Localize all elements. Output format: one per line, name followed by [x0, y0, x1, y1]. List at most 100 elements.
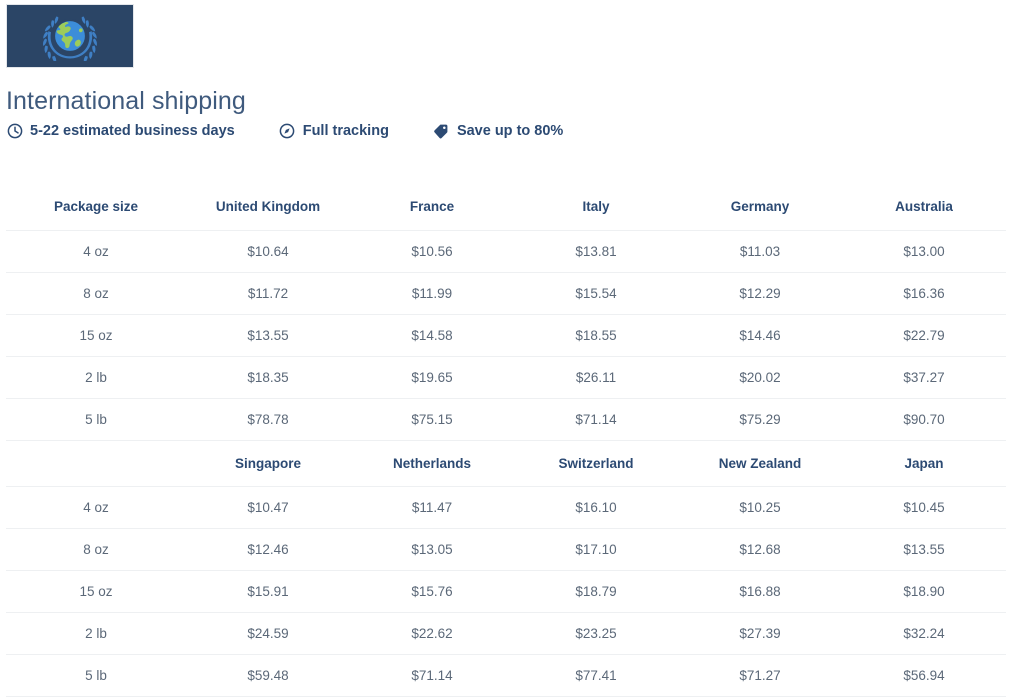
cell-rate: $75.15 — [350, 398, 514, 440]
cell-rate: $12.46 — [186, 529, 350, 571]
shipping-rates-page: International shipping 5-22 estimated bu… — [0, 0, 1024, 691]
cell-rate: $18.90 — [842, 571, 1006, 613]
cell-rate: $26.11 — [514, 356, 678, 398]
badge-savings: Save up to 80% — [433, 123, 563, 140]
cell-rate: $75.29 — [678, 398, 842, 440]
cell-package-size: 15 oz — [6, 314, 186, 356]
cell-rate: $77.41 — [514, 655, 678, 697]
cell-package-size: 4 oz — [6, 230, 186, 272]
badge-label: Full tracking — [303, 123, 389, 139]
page-title: International shipping — [6, 86, 246, 116]
cell-rate: $56.94 — [842, 655, 1006, 697]
cell-package-size: 4 oz — [6, 487, 186, 529]
column-header-destination: Australia — [842, 184, 1006, 230]
cell-rate: $22.62 — [350, 613, 514, 655]
cell-rate: $11.99 — [350, 272, 514, 314]
column-header-destination: Netherlands — [350, 441, 514, 487]
rates-table-group-2: Singapore Netherlands Switzerland New Ze… — [6, 441, 1006, 697]
column-header-package-size: Package size — [6, 184, 186, 230]
cell-rate: $19.65 — [350, 356, 514, 398]
table-row: 8 oz $11.72 $11.99 $15.54 $12.29 $16.36 — [6, 272, 1006, 314]
cell-rate: $13.81 — [514, 230, 678, 272]
column-header-destination: Singapore — [186, 441, 350, 487]
compass-icon — [279, 123, 296, 140]
cell-rate: $32.24 — [842, 613, 1006, 655]
cell-rate: $71.14 — [350, 655, 514, 697]
column-header-destination: Germany — [678, 184, 842, 230]
column-header-destination: Japan — [842, 441, 1006, 487]
cell-rate: $78.78 — [186, 398, 350, 440]
cell-rate: $23.25 — [514, 613, 678, 655]
table-row: 4 oz $10.64 $10.56 $13.81 $11.03 $13.00 — [6, 230, 1006, 272]
cell-rate: $11.72 — [186, 272, 350, 314]
table-row: 15 oz $13.55 $14.58 $18.55 $14.46 $22.79 — [6, 314, 1006, 356]
cell-rate: $13.55 — [842, 529, 1006, 571]
cell-rate: $18.55 — [514, 314, 678, 356]
table-row: 2 lb $18.35 $19.65 $26.11 $20.02 $37.27 — [6, 356, 1006, 398]
badge-full-tracking: Full tracking — [279, 123, 389, 140]
cell-rate: $90.70 — [842, 398, 1006, 440]
table-row: 5 lb $78.78 $75.15 $71.14 $75.29 $90.70 — [6, 398, 1006, 440]
cell-rate: $12.29 — [678, 272, 842, 314]
cell-rate: $10.25 — [678, 487, 842, 529]
cell-rate: $18.79 — [514, 571, 678, 613]
cell-rate: $71.27 — [678, 655, 842, 697]
table-row: 8 oz $12.46 $13.05 $17.10 $12.68 $13.55 — [6, 529, 1006, 571]
badge-estimated-delivery: 5-22 estimated business days — [6, 123, 235, 140]
cell-rate: $18.35 — [186, 356, 350, 398]
cell-rate: $20.02 — [678, 356, 842, 398]
column-header-destination: United Kingdom — [186, 184, 350, 230]
badge-label: Save up to 80% — [457, 123, 563, 139]
table-row: 15 oz $15.91 $15.76 $18.79 $16.88 $18.90 — [6, 571, 1006, 613]
table-header-row: Package size United Kingdom France Italy… — [6, 184, 1006, 230]
cell-rate: $59.48 — [186, 655, 350, 697]
cell-rate: $24.59 — [186, 613, 350, 655]
table-row: 2 lb $24.59 $22.62 $23.25 $27.39 $32.24 — [6, 613, 1006, 655]
feature-badge-strip: 5-22 estimated business days Full tracki… — [6, 121, 563, 141]
cell-rate: $37.27 — [842, 356, 1006, 398]
column-header-destination: France — [350, 184, 514, 230]
globe-laurel-wreath-logo — [6, 4, 134, 68]
cell-package-size: 2 lb — [6, 356, 186, 398]
cell-rate: $11.03 — [678, 230, 842, 272]
cell-rate: $16.88 — [678, 571, 842, 613]
cell-package-size: 8 oz — [6, 272, 186, 314]
badge-label: 5-22 estimated business days — [30, 123, 235, 139]
table-row: 4 oz $10.47 $11.47 $16.10 $10.25 $10.45 — [6, 487, 1006, 529]
cell-rate: $15.54 — [514, 272, 678, 314]
cell-rate: $12.68 — [678, 529, 842, 571]
cell-package-size: 5 lb — [6, 655, 186, 697]
shipping-rates-tables: Package size United Kingdom France Italy… — [6, 184, 1006, 697]
price-tag-icon — [433, 123, 450, 140]
column-header-destination: Switzerland — [514, 441, 678, 487]
cell-rate: $16.10 — [514, 487, 678, 529]
cell-rate: $10.56 — [350, 230, 514, 272]
cell-package-size: 2 lb — [6, 613, 186, 655]
cell-rate: $22.79 — [842, 314, 1006, 356]
cell-rate: $71.14 — [514, 398, 678, 440]
cell-package-size: 8 oz — [6, 529, 186, 571]
clock-icon — [6, 123, 23, 140]
cell-rate: $17.10 — [514, 529, 678, 571]
cell-rate: $11.47 — [350, 487, 514, 529]
cell-rate: $15.91 — [186, 571, 350, 613]
cell-rate: $13.05 — [350, 529, 514, 571]
rates-table-group-1: Package size United Kingdom France Italy… — [6, 184, 1006, 441]
column-header-destination: Italy — [514, 184, 678, 230]
cell-rate: $13.55 — [186, 314, 350, 356]
cell-rate: $10.45 — [842, 487, 1006, 529]
cell-package-size: 15 oz — [6, 571, 186, 613]
cell-rate: $15.76 — [350, 571, 514, 613]
cell-rate: $14.46 — [678, 314, 842, 356]
cell-rate: $14.58 — [350, 314, 514, 356]
cell-package-size: 5 lb — [6, 398, 186, 440]
table-row: 5 lb $59.48 $71.14 $77.41 $71.27 $56.94 — [6, 655, 1006, 697]
cell-rate: $16.36 — [842, 272, 1006, 314]
table-header-row: Singapore Netherlands Switzerland New Ze… — [6, 441, 1006, 487]
cell-rate: $27.39 — [678, 613, 842, 655]
cell-rate: $13.00 — [842, 230, 1006, 272]
column-header-blank — [6, 441, 186, 487]
column-header-destination: New Zealand — [678, 441, 842, 487]
cell-rate: $10.64 — [186, 230, 350, 272]
cell-rate: $10.47 — [186, 487, 350, 529]
